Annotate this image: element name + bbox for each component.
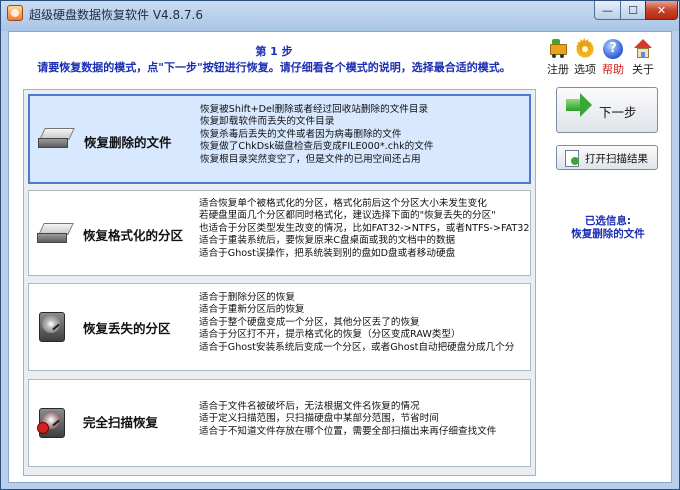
next-step-label: 下一步: [599, 105, 637, 120]
description-line: 也适合于分区类型发生改变的情况，比如FAT32->NTFS，或者NTFS->FA…: [199, 222, 529, 234]
options-tool[interactable]: 选项: [571, 36, 599, 77]
app-logo-icon: [7, 5, 23, 21]
step-instruction: 请要恢复数据的模式，点"下一步"按钮进行恢复。请仔细看各个模式的说明，选择最合适…: [37, 61, 511, 74]
drive-icon: [37, 223, 74, 243]
about-tool[interactable]: 关于: [629, 39, 657, 77]
help-tool[interactable]: ? 帮助: [599, 39, 627, 77]
mode-full-scan[interactable]: 完全扫描恢复 适合于文件名被破坏后，无法根据文件名恢复的情况 适于定义扫描范围，…: [28, 379, 531, 467]
description-line: 适合于重新分区后的恢复: [199, 304, 305, 316]
open-scan-result-button[interactable]: 打开扫描结果: [556, 145, 658, 170]
options-label: 选项: [574, 63, 596, 76]
description-line: 适合于整个硬盘变成一个分区，其他分区丢了的恢复: [199, 316, 420, 328]
hdd-scan-icon: [37, 408, 65, 438]
description-line: 恢复根目录突然变空了，但是文件的已用空间还占用: [200, 153, 421, 165]
mode-name: 恢复格式化的分区: [83, 228, 184, 243]
description-line: 适于定义扫描范围，只扫描硬盘中某部分范围，节省时间: [199, 413, 439, 425]
mode-list: 恢复删除的文件 恢复被Shift+Del删除或者经过回收站删除的文件目录 恢复卸…: [23, 89, 536, 476]
description-line: 适合于重装系统后，要恢复原来C盘桌面或我的文档中的数据: [199, 235, 456, 247]
next-step-button[interactable]: 下一步: [556, 87, 658, 133]
description-line: 适合于不知道文件存放在哪个位置，需要全部扫描出来再仔细查找文件: [199, 425, 497, 437]
selection-info-value: 恢复删除的文件: [571, 228, 645, 240]
register-tool[interactable]: 注册: [544, 39, 572, 77]
mode-description: 适合于文件名被破坏后，无法根据文件名恢复的情况 适于定义扫描范围，只扫描硬盘中某…: [199, 401, 529, 438]
description-line: 适合于删除分区的恢复: [199, 292, 295, 303]
mode-recover-formatted[interactable]: 恢复格式化的分区 适合恢复单个被格式化的分区，格式化前后这个分区大小未发生变化 …: [28, 190, 531, 276]
mode-description: 适合恢复单个被格式化的分区，格式化前后这个分区大小未发生变化 若硬盘里面几个分区…: [199, 198, 529, 260]
register-label: 注册: [547, 63, 569, 76]
document-icon: [565, 150, 579, 167]
description-line: 适合于Ghost误操作，把系统装到别的盘如D盘或者移动硬盘: [199, 247, 456, 259]
selection-info: 已选信息: 恢复删除的文件: [549, 215, 667, 241]
title-bar[interactable]: 超级硬盘数据恢复软件 V4.8.7.6 — ☐ ✕: [1, 1, 679, 27]
mode-recover-lost-partition[interactable]: 恢复丢失的分区 适合于删除分区的恢复 适合于重新分区后的恢复 适合于整个硬盘变成…: [28, 283, 531, 371]
window-title: 超级硬盘数据恢复软件 V4.8.7.6: [29, 8, 204, 22]
step-title: 第 1 步: [255, 45, 293, 58]
description-line: 适合于Ghost安装系统后变成一个分区，或者Ghost自动把硬盘分成几个分: [199, 341, 515, 353]
cart-icon: [548, 39, 568, 59]
house-icon: [633, 39, 653, 59]
hdd-icon: [39, 312, 65, 342]
about-label: 关于: [632, 63, 654, 76]
description-line: 恢复卸载软件而丢失的文件目录: [200, 116, 335, 128]
arrow-right-icon: [566, 93, 592, 117]
mode-name: 恢复丢失的分区: [83, 321, 171, 336]
description-line: 恢复做了ChkDsk磁盘检查后变成FILE000*.chk的文件: [200, 141, 434, 153]
description-line: 恢复杀毒后丢失的文件或者因为病毒删除的文件: [200, 128, 402, 140]
mode-name: 恢复删除的文件: [84, 135, 172, 150]
description-line: 若硬盘里面几个分区都同时格式化，建议选择下面的"恢复丢失的分区": [199, 210, 496, 222]
open-scan-result-label: 打开扫描结果: [585, 153, 648, 165]
close-button[interactable]: ✕: [645, 1, 678, 20]
description-line: 恢复被Shift+Del删除或者经过回收站删除的文件目录: [200, 104, 429, 115]
help-label: 帮助: [602, 63, 624, 76]
drive-icon: [38, 128, 75, 148]
selection-info-label: 已选信息:: [584, 215, 632, 227]
mode-recover-deleted[interactable]: 恢复删除的文件 恢复被Shift+Del删除或者经过回收站删除的文件目录 恢复卸…: [28, 94, 531, 184]
description-line: 适合于文件名被破坏后，无法根据文件名恢复的情况: [199, 401, 420, 412]
gear-icon: [575, 36, 595, 60]
maximize-button[interactable]: ☐: [620, 1, 646, 20]
mode-description: 适合于删除分区的恢复 适合于重新分区后的恢复 适合于整个硬盘变成一个分区，其他分…: [199, 292, 529, 354]
mode-name: 完全扫描恢复: [83, 415, 159, 430]
help-icon: ?: [603, 39, 623, 59]
main-panel: 第 1 步 请要恢复数据的模式，点"下一步"按钮进行恢复。请仔细看各个模式的说明…: [8, 31, 672, 483]
mode-description: 恢复被Shift+Del删除或者经过回收站删除的文件目录 恢复卸载软件而丢失的文…: [200, 104, 433, 166]
app-window: 超级硬盘数据恢复软件 V4.8.7.6 — ☐ ✕ 第 1 步 请要恢复数据的模…: [0, 0, 680, 490]
description-line: 适合恢复单个被格式化的分区，格式化前后这个分区大小未发生变化: [199, 198, 487, 209]
description-line: 适合于分区打不开，提示格式化的恢复（分区变成RAW类型）: [199, 329, 461, 341]
minimize-button[interactable]: —: [594, 1, 621, 20]
